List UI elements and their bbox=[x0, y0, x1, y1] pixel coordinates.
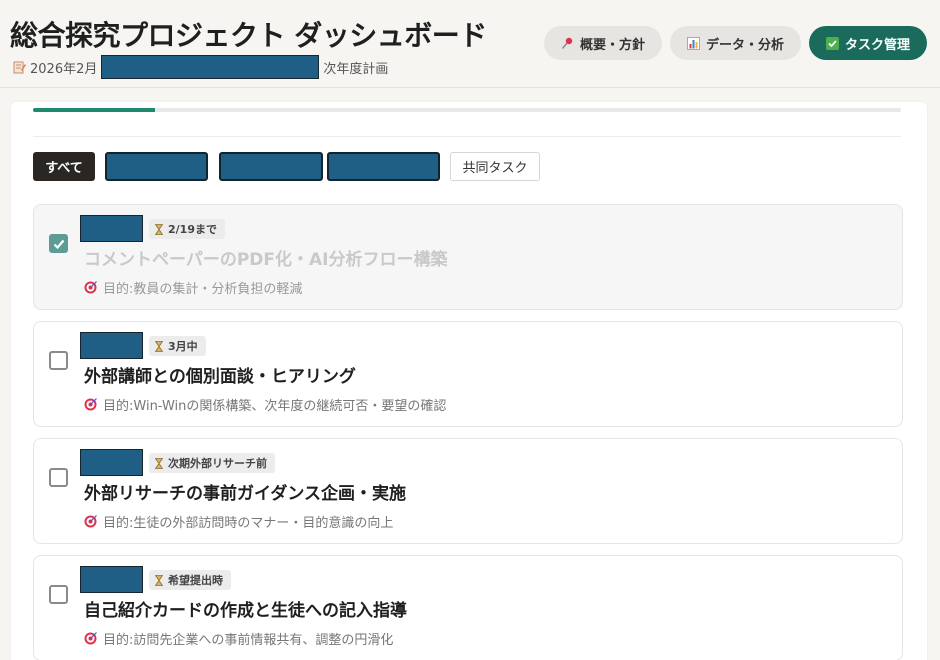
nav-data-label: データ・分析 bbox=[705, 37, 784, 53]
deadline-text: 希望提出時 bbox=[168, 574, 223, 587]
deadline-badge: 次期外部リサーチ前 bbox=[149, 453, 275, 473]
divider bbox=[33, 136, 901, 137]
deadline-badge: 希望提出時 bbox=[149, 570, 231, 590]
purpose-label: 目的: bbox=[103, 399, 134, 414]
nav-overview-label: 概要・方針 bbox=[579, 37, 645, 53]
task-purpose: 目的: 教員の集計・分析負担の軽減 bbox=[84, 278, 302, 297]
target-icon bbox=[84, 632, 97, 645]
nav-overview-button[interactable]: 概要・方針 bbox=[544, 26, 662, 60]
memo-icon bbox=[12, 60, 26, 74]
task-card: 次期外部リサーチ前 外部リサーチの事前ガイダンス企画・実施 目的: 生徒の外部訪… bbox=[33, 438, 903, 544]
target-icon bbox=[84, 398, 97, 411]
nav-data-button[interactable]: データ・分析 bbox=[670, 26, 801, 60]
deadline-badge: 2/19まで bbox=[149, 219, 225, 239]
purpose-label: 目的: bbox=[103, 633, 134, 648]
task-checkbox[interactable] bbox=[49, 234, 68, 253]
page-subtitle: 2026年2月 次年度計画 bbox=[12, 55, 388, 79]
target-icon bbox=[84, 515, 97, 528]
filter-redacted-button[interactable] bbox=[105, 152, 208, 181]
page-title: 総合探究プロジェクト ダッシュボード bbox=[10, 19, 487, 52]
hourglass-icon bbox=[155, 574, 163, 586]
task-title: 外部リサーチの事前ガイダンス企画・実施 bbox=[84, 484, 406, 504]
hourglass-icon bbox=[155, 340, 163, 352]
progress-bar bbox=[33, 108, 901, 112]
task-checkbox[interactable] bbox=[49, 351, 68, 370]
purpose-label: 目的: bbox=[103, 282, 134, 297]
nav-tasks-label: タスク管理 bbox=[844, 37, 910, 53]
deadline-text: 次期外部リサーチ前 bbox=[168, 457, 267, 470]
subtitle-date: 2026年2月 bbox=[30, 61, 98, 77]
purpose-label: 目的: bbox=[103, 516, 134, 531]
task-checkbox[interactable] bbox=[49, 585, 68, 604]
task-title: 自己紹介カードの作成と生徒への記入指導 bbox=[84, 601, 407, 621]
purpose-text: 訪問先企業への事前情報共有、調整の円滑化 bbox=[133, 633, 394, 648]
pushpin-icon bbox=[561, 37, 574, 50]
task-purpose: 目的: Win-Winの関係構築、次年度の継続可否・要望の確認 bbox=[84, 395, 446, 414]
checkmark-icon bbox=[825, 36, 839, 50]
progress-fill bbox=[33, 108, 155, 112]
filter-shared-button[interactable]: 共同タスク bbox=[450, 152, 540, 181]
assignee-redacted bbox=[80, 215, 143, 242]
assignee-redacted bbox=[80, 449, 143, 476]
hourglass-icon bbox=[155, 223, 163, 235]
purpose-text: Win-Winの関係構築、次年度の継続可否・要望の確認 bbox=[133, 399, 447, 414]
task-card: 3月中 外部講師との個別面談・ヒアリング 目的: Win-Winの関係構築、次年… bbox=[33, 321, 903, 427]
filter-redacted-button[interactable] bbox=[327, 152, 440, 181]
filter-all-button[interactable]: すべて bbox=[33, 152, 95, 181]
bar-chart-icon bbox=[686, 36, 700, 50]
deadline-badge: 3月中 bbox=[149, 336, 206, 356]
deadline-text: 3月中 bbox=[168, 340, 198, 353]
purpose-text: 生徒の外部訪問時のマナー・目的意識の向上 bbox=[133, 516, 394, 531]
subtitle-suffix: 次年度計画 bbox=[323, 61, 389, 77]
hourglass-icon bbox=[155, 457, 163, 469]
checkmark-icon bbox=[53, 239, 64, 249]
task-title: コメントペーパーのPDF化・AI分析フロー構築 bbox=[84, 250, 448, 270]
deadline-text: 2/19まで bbox=[168, 223, 217, 236]
nav-tasks-button[interactable]: タスク管理 bbox=[809, 26, 927, 60]
task-checkbox[interactable] bbox=[49, 468, 68, 487]
task-purpose: 目的: 生徒の外部訪問時のマナー・目的意識の向上 bbox=[84, 512, 393, 531]
assignee-redacted bbox=[80, 566, 143, 593]
assignee-redacted bbox=[80, 332, 143, 359]
task-card: 希望提出時 自己紹介カードの作成と生徒への記入指導 目的: 訪問先企業への事前情… bbox=[33, 555, 903, 660]
header: 総合探究プロジェクト ダッシュボード 2026年2月 次年度計画 概要・方針 デ… bbox=[0, 0, 940, 88]
task-card: 2/19まで コメントペーパーのPDF化・AI分析フロー構築 目的: 教員の集計… bbox=[33, 204, 903, 310]
target-icon bbox=[84, 281, 97, 294]
task-purpose: 目的: 訪問先企業への事前情報共有、調整の円滑化 bbox=[84, 629, 393, 648]
purpose-text: 教員の集計・分析負担の軽減 bbox=[133, 282, 303, 297]
redacted-block bbox=[101, 55, 320, 79]
filter-redacted-button[interactable] bbox=[219, 152, 323, 181]
task-title: 外部講師との個別面談・ヒアリング bbox=[84, 367, 356, 387]
